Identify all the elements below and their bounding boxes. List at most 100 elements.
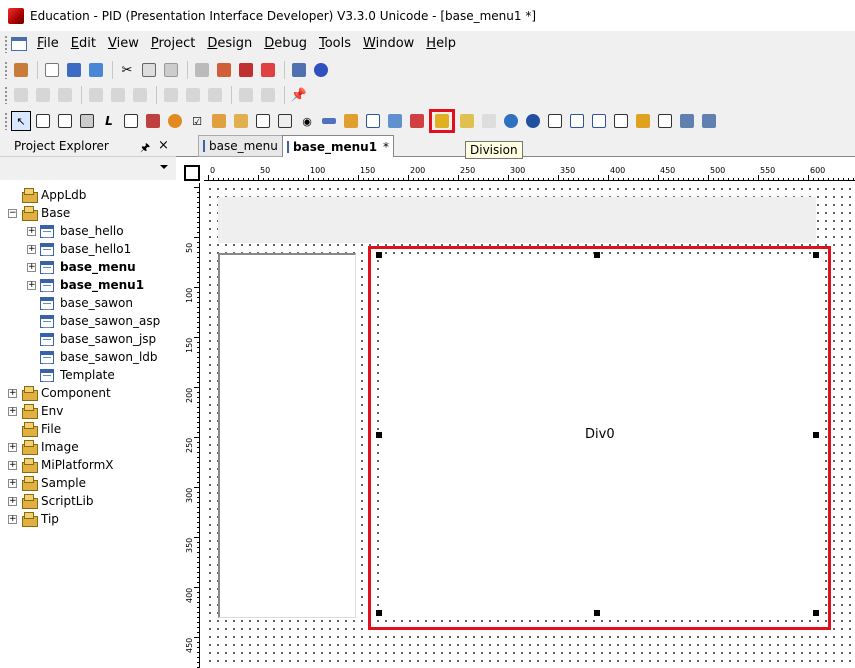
save-all-button[interactable]: [86, 60, 106, 80]
open-button[interactable]: [64, 60, 84, 80]
menu-tool-button[interactable]: [341, 111, 361, 131]
copy-button[interactable]: [139, 60, 159, 80]
expand-icon[interactable]: +: [8, 388, 17, 398]
toolbar-grip[interactable]: [4, 86, 8, 104]
graph-tool-button[interactable]: [567, 111, 587, 131]
user-comp1-button[interactable]: [677, 111, 697, 131]
tree-item[interactable]: base_sawon: [27, 294, 133, 312]
close-icon[interactable]: ×: [158, 138, 169, 153]
tree-item[interactable]: base_sawon_ldb: [27, 348, 158, 366]
expand-icon[interactable]: +: [8, 496, 17, 506]
menu-project[interactable]: Project: [145, 34, 202, 54]
tree-item[interactable]: + MiPlatformX: [8, 456, 114, 474]
browser-tool-button[interactable]: [501, 111, 521, 131]
tree-tool-button[interactable]: [385, 111, 405, 131]
spin-tool-button[interactable]: [479, 111, 499, 131]
expand-icon[interactable]: +: [27, 280, 36, 290]
menu-grip[interactable]: [4, 35, 8, 53]
run-button[interactable]: [236, 60, 256, 80]
resize-handle-sw[interactable]: [376, 610, 382, 616]
radio-tool-button[interactable]: ◉: [297, 111, 317, 131]
tree-item[interactable]: Template: [27, 366, 115, 384]
table-tool-button[interactable]: [363, 111, 383, 131]
resize-handle-s[interactable]: [594, 610, 600, 616]
resize-handle-e[interactable]: [813, 432, 819, 438]
new-button[interactable]: [42, 60, 62, 80]
tree-item[interactable]: + base_menu1: [27, 276, 144, 294]
left-panel-area[interactable]: [218, 253, 356, 618]
resize-handle-se[interactable]: [813, 610, 819, 616]
tree-item[interactable]: + base_menu: [27, 258, 136, 276]
align-top-button[interactable]: [86, 85, 106, 105]
list-tool-button[interactable]: [253, 111, 273, 131]
line-tool-button[interactable]: L: [99, 111, 119, 131]
tree-item[interactable]: AppLdb: [8, 186, 86, 204]
tree-item[interactable]: + base_hello: [27, 222, 124, 240]
open-project-button[interactable]: [11, 60, 31, 80]
expand-icon[interactable]: +: [27, 262, 36, 272]
menu-window[interactable]: Window: [357, 34, 420, 54]
pointer-tool-button[interactable]: ↖: [11, 111, 31, 131]
resize-handle-nw[interactable]: [376, 252, 382, 258]
tree-item[interactable]: base_sawon_asp: [27, 312, 160, 330]
tree-item[interactable]: + Image: [8, 438, 79, 456]
tree-item[interactable]: + Component: [8, 384, 111, 402]
menu-file[interactable]: File: [31, 34, 65, 54]
activex-tool-button[interactable]: [407, 111, 427, 131]
calendar-tool-button[interactable]: [231, 111, 251, 131]
circle-tool-button[interactable]: [165, 111, 185, 131]
tree-item[interactable]: + Tip: [8, 510, 59, 528]
same-height-button[interactable]: [183, 85, 203, 105]
menu-debug[interactable]: Debug: [258, 34, 313, 54]
progress-tool-button[interactable]: [319, 111, 339, 131]
checkbox-tool-button[interactable]: ☑: [187, 111, 207, 131]
window-tool-button[interactable]: [589, 111, 609, 131]
debug-button[interactable]: [258, 60, 278, 80]
expand-icon[interactable]: +: [8, 442, 17, 452]
edit-tool-button[interactable]: [55, 111, 75, 131]
rect-tool-button[interactable]: [655, 111, 675, 131]
shell-tool-button[interactable]: [545, 111, 565, 131]
pin-icon[interactable]: 🖈: [140, 139, 150, 158]
cut-button[interactable]: ✂: [117, 60, 137, 80]
tab-tool-button[interactable]: [457, 111, 477, 131]
expand-icon[interactable]: +: [8, 460, 17, 470]
static-tool-button[interactable]: [33, 111, 53, 131]
toolbar-tool-button[interactable]: [611, 111, 631, 131]
toolbar-grip[interactable]: [4, 112, 8, 130]
division-component[interactable]: Div0: [379, 255, 819, 615]
menu-design[interactable]: Design: [201, 34, 258, 54]
expand-icon[interactable]: +: [8, 406, 17, 416]
resize-handle-w[interactable]: [376, 432, 382, 438]
toolbar-grip[interactable]: [4, 61, 8, 79]
align-middle-button[interactable]: [108, 85, 128, 105]
user-comp2-button[interactable]: [699, 111, 719, 131]
build-button[interactable]: [214, 60, 234, 80]
tree-item[interactable]: + base_hello1: [27, 240, 131, 258]
expand-icon[interactable]: +: [8, 478, 17, 488]
align-center-button[interactable]: [33, 85, 53, 105]
tree-item[interactable]: base_sawon_jsp: [27, 330, 156, 348]
form-canvas[interactable]: Div0: [206, 185, 855, 668]
order-button[interactable]: [258, 85, 278, 105]
tools-button[interactable]: [289, 60, 309, 80]
collapse-icon[interactable]: −: [8, 208, 17, 218]
menu-edit[interactable]: Edit: [65, 34, 102, 54]
menu-tools[interactable]: Tools: [313, 34, 357, 54]
document-icon[interactable]: [11, 37, 27, 51]
align-left-button[interactable]: [11, 85, 31, 105]
paste-button[interactable]: [161, 60, 181, 80]
print-button[interactable]: [192, 60, 212, 80]
chevron-down-icon[interactable]: [160, 165, 168, 169]
tree-item[interactable]: + Env: [8, 402, 63, 420]
tab-base-menu1[interactable]: base_menu1 *: [282, 135, 394, 157]
same-width-button[interactable]: [161, 85, 181, 105]
shape-tool-button[interactable]: [121, 111, 141, 131]
tab-order-button[interactable]: [236, 85, 256, 105]
sticky-tool-button[interactable]: [633, 111, 653, 131]
menu-help[interactable]: Help: [420, 34, 462, 54]
tree-item[interactable]: File: [8, 420, 61, 438]
help-button[interactable]: [311, 60, 331, 80]
button-tool-button[interactable]: [77, 111, 97, 131]
project-selector-dropdown[interactable]: [0, 158, 176, 180]
